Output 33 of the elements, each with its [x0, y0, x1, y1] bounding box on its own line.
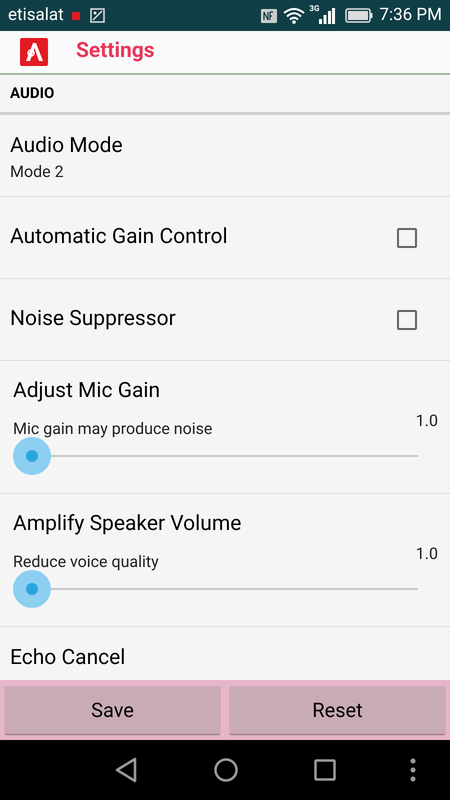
carrier-name: etisalat — [8, 4, 64, 27]
checkbox[interactable] — [397, 310, 417, 330]
preference-summary: Mode 2 — [10, 161, 64, 183]
slider-value: 1.0 — [416, 410, 438, 432]
slider-value: 1.0 — [416, 543, 438, 565]
preference-title[interactable]: Audio Mode — [10, 133, 123, 159]
slider-thumb[interactable] — [13, 437, 51, 475]
battery-icon — [345, 8, 374, 23]
preference-title: Adjust Mic Gain — [13, 378, 160, 405]
action-button[interactable]: Reset — [230, 686, 445, 734]
section-header: AUDIO — [10, 83, 54, 104]
app-logo-icon — [20, 38, 48, 66]
slider-thumb[interactable] — [13, 570, 51, 608]
clock: 7:36 PM — [379, 4, 442, 27]
image-icon — [90, 8, 105, 23]
preference-title[interactable]: Echo Cancel — [10, 645, 126, 671]
screen-title: Settings — [76, 38, 155, 66]
signal-icon — [319, 8, 336, 24]
network-type: 3G — [309, 3, 320, 15]
home-icon[interactable] — [214, 758, 238, 782]
preference-title[interactable]: Automatic Gain Control — [10, 222, 397, 254]
preference-title: Amplify Speaker Volume — [13, 511, 242, 538]
preference-summary: Mic gain may produce noise — [13, 418, 214, 440]
checkbox[interactable] — [397, 228, 417, 248]
app-notification-icon — [72, 12, 80, 20]
nfc-icon — [261, 8, 278, 22]
back-icon[interactable] — [114, 757, 138, 783]
preference-title[interactable]: Noise Suppressor — [10, 304, 397, 336]
more-icon[interactable] — [409, 758, 417, 782]
preference-summary: Reduce voice quality — [13, 551, 160, 573]
action-button[interactable]: Save — [5, 686, 220, 734]
wifi-icon — [283, 8, 306, 24]
recents-icon[interactable] — [314, 759, 336, 781]
